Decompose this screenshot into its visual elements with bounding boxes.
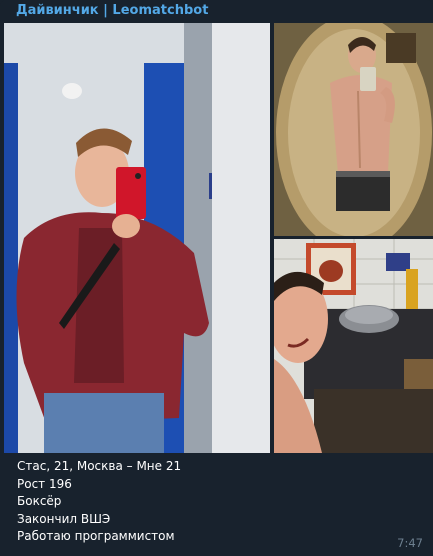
- caption-line-education: Закончил ВШЭ: [17, 511, 111, 526]
- message-bubble: Дайвинчик | Leomatchbot Стас, 21, Москва…: [0, 0, 433, 556]
- photo-elevator-selfie[interactable]: [4, 23, 270, 453]
- caption-line-job: Работаю программистом: [17, 529, 175, 543]
- caption-line-height: Рост 196: [17, 476, 72, 491]
- caption-line-sport: Боксёр: [17, 494, 62, 508]
- caption-line-intro: Стас, 21, Москва – Мне 21: [17, 459, 182, 473]
- photo-kitchen-selfie[interactable]: [274, 239, 433, 453]
- sender-name[interactable]: Дайвинчик | Leomatchbot: [16, 2, 208, 22]
- message-caption: Стас, 21, Москва – Мне 21 Рост 196 Боксё…: [17, 458, 377, 546]
- message-timestamp: 7:47: [397, 536, 423, 550]
- photo-shirtless-selfie[interactable]: [274, 23, 433, 236]
